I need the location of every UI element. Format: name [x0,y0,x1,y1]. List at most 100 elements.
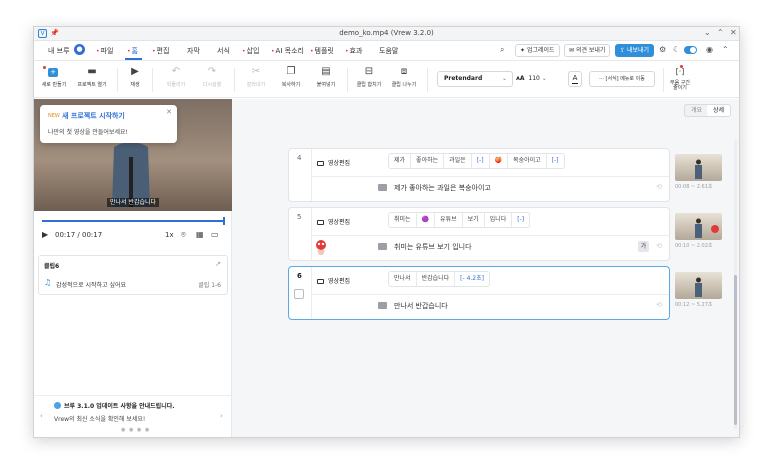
theme-toggle[interactable] [684,46,697,54]
playback-progress-bar[interactable] [42,217,225,225]
play-icon[interactable]: ▶ [42,230,48,239]
silence-chip[interactable]: [-] [512,213,529,227]
subtitle-text[interactable]: 만나서 반갑습니다 [394,301,448,311]
menu-file[interactable]: •파일 [96,46,113,56]
feedback-button[interactable]: ✉ 의견 보내기 [564,44,611,57]
reduce-silence-button[interactable]: [·] 무음 구간 줄이기 [667,66,693,91]
silence-chip[interactable]: [-] [547,154,564,168]
sticker-chip[interactable]: 🍑 [490,154,509,168]
word-chip[interactable]: 만나서 [389,272,417,286]
word-chip[interactable]: 유튜브 [435,213,463,227]
word-chip[interactable]: 취미는 [389,213,417,227]
font-size-icon: ᴀA [516,75,525,82]
link-icon[interactable]: ⟲ [656,242,662,250]
open-project-button[interactable]: ▬ 프로젝트 열기 [74,66,110,88]
text-style-button[interactable]: 가 [638,241,649,252]
subtitle-text[interactable]: 취미는 유튜브 보기 입니다 [394,242,472,252]
chevron-right-icon[interactable]: › [220,412,223,420]
new-project-popup[interactable]: NEW 새 프로젝트 시작하기 나만의 첫 영상을 만들어보세요! ✕ [40,105,177,143]
font-family-select[interactable]: Pretendard ⌄ [437,71,513,87]
clip-thumbnail[interactable] [675,272,722,299]
view-simple-tab[interactable]: 개요 [685,105,708,116]
video-preview[interactable]: 만나서 반갑습니다 NEW 새 프로젝트 시작하기 나만의 첫 영상을 만들어보… [34,99,232,211]
menu-subtitle[interactable]: 자막 [187,46,200,56]
search-icon[interactable]: ⌕ [500,45,504,55]
word-chips: 제가 좋아하는 과일은 [-] 🍑 복숭아이고 [-] [388,153,565,169]
undo-button[interactable]: ↶ 되돌리기 [162,66,190,88]
split-clip-button[interactable]: ⧈ 클립 나누기 [389,66,419,88]
export-button[interactable]: ⇪ 내보내기 [615,44,655,57]
clip-checkbox[interactable] [294,289,304,299]
view-detail-tab[interactable]: 상세 [707,105,730,116]
close-icon[interactable]: ✕ [730,28,737,37]
menu-home[interactable]: •홈 [127,46,138,56]
silence-chip[interactable]: [- 4.2초] [455,272,489,286]
sticker-chip[interactable]: 🟣 [417,213,436,227]
menu-effects[interactable]: •효과 [345,46,362,56]
silence-chip[interactable]: [-] [472,154,490,168]
clip-editor: 개요 상세 4 영상편집 제가 좋아하는 과일은 [-] 🍑 복숭아이고 [-]… [232,99,739,437]
chevron-left-icon[interactable]: ‹ [40,412,43,420]
focus-icon[interactable]: ⌾ [181,230,186,240]
font-size-select[interactable]: ᴀA 110 ⌄ [516,71,560,87]
merge-clips-button[interactable]: ⊟ 클립 합치기 [354,66,384,88]
video-edit-button[interactable]: 영상편집 [317,217,350,226]
scrollbar-thumb[interactable] [734,275,737,425]
clip-row[interactable]: 4 영상편집 제가 좋아하는 과일은 [-] 🍑 복숭아이고 [-] 제가 좋아… [288,148,670,202]
menu-ai-voice[interactable]: •AI 목소리 [271,46,304,56]
new-project-button[interactable]: . 새로 만들기 [40,66,68,88]
chevron-down-icon[interactable]: ⌄ [704,28,711,37]
word-chip[interactable]: 입니다 [485,213,513,227]
menu-template[interactable]: •템플릿 [310,46,334,56]
word-chip[interactable]: 제가 [389,154,412,168]
subtitle-toggle-icon[interactable]: ▭ [211,230,219,239]
record-icon[interactable]: ◉ [706,45,713,54]
word-chip[interactable]: 과일은 [444,154,472,168]
subtitle-icon [378,243,387,250]
menu-my-vrew[interactable]: 내 브루 [48,46,70,56]
upgrade-button[interactable]: ✦ 업그레이드 [515,44,560,57]
menu-edit[interactable]: •편집 [152,46,169,56]
word-chip[interactable]: 보기 [463,213,485,227]
menu-format[interactable]: 서식 [217,46,230,56]
word-chip[interactable]: 좋아하는 [411,154,445,168]
copy-button[interactable]: ❐ 복사하기 [277,66,305,88]
close-icon[interactable]: ✕ [166,108,172,116]
menu-help[interactable]: 도움말 [379,46,398,56]
clip-thumbnail[interactable] [675,154,722,181]
clip-row-selected[interactable]: 6 영상편집 만나서 반갑습니다 [- 4.2초] 만나서 반갑습니다 ⟲ [288,266,670,320]
redo-button[interactable]: ↷ 다시실행 [198,66,226,88]
progress-handle[interactable] [223,217,225,225]
paste-button[interactable]: ▤ 붙여넣기 [312,66,340,88]
edit-icon[interactable]: ↗ [215,260,221,268]
speed-button[interactable]: 1x [165,231,174,239]
music-label[interactable]: 감성적으로 시작하고 싶어요 [56,280,126,289]
update-notice[interactable]: ‹ 브루 3.1.0 업데이트 사항을 안내드립니다. Vrew의 최신 소식을… [34,395,232,437]
menu-insert[interactable]: •삽입 [242,46,259,56]
link-icon[interactable]: ⟲ [656,301,662,309]
chevron-up-icon[interactable]: ⌃ [717,28,724,37]
video-edit-button[interactable]: 영상편집 [317,158,350,167]
video-edit-button[interactable]: 영상편집 [317,276,350,285]
user-avatar-icon[interactable]: ● [74,44,85,55]
play-button[interactable]: ▶ 재생 [125,66,145,88]
gear-icon[interactable]: ⚙ [659,45,666,54]
collapse-ribbon-icon[interactable]: ⌃ [722,45,729,54]
word-chip[interactable]: 복숭아이고 [508,154,547,168]
cut-button[interactable]: ✂ 잘라내기 [242,66,270,88]
grid-icon[interactable]: ▦ [196,230,204,239]
view-mode-toggle[interactable]: 개요 상세 [684,104,731,117]
moon-icon[interactable]: ☾ [673,45,680,54]
clip-thumbnail[interactable] [675,213,722,240]
font-color-button[interactable]: A [568,71,582,87]
clip-row[interactable]: 5 영상편집 취미는 🟣 유튜브 보기 입니다 [-] 취미는 유튜브 보기 입… [288,207,670,261]
playback-time: 00:17 / 00:17 [55,231,103,239]
word-chip[interactable]: 반갑습니다 [417,272,456,286]
subtitle-text[interactable]: 제가 좋아하는 과일은 복숭아이고 [394,183,491,193]
new-badge: NEW [48,113,60,119]
link-icon[interactable]: ⟲ [656,183,662,191]
format-menu-button[interactable]: ··· [서식] 메뉴로 이동 [589,71,655,87]
sparkle-icon: ✦ [520,47,527,54]
copy-icon: ❐ [286,66,296,77]
toolbar: + . 새로 만들기 ▬ 프로젝트 열기 ▶ 재생 ↶ 되돌리기 ↷ 다시실행 … [34,62,739,98]
